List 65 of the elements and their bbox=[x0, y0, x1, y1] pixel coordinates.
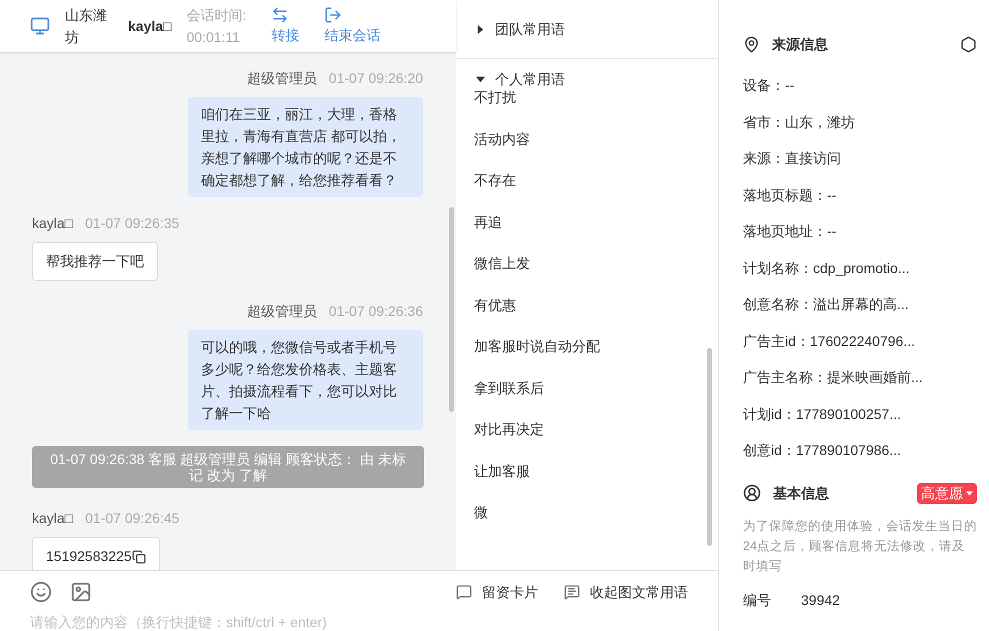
message-input[interactable]: 请输入您的内容（换行快捷键：shift/ctrl + enter) bbox=[30, 613, 688, 631]
message-time: 01-07 09:26:45 bbox=[85, 509, 180, 528]
sender-name: kayla□ bbox=[32, 509, 74, 528]
duration-label: 会话时间: bbox=[186, 6, 246, 25]
phrase-item[interactable]: 活动内容 bbox=[474, 128, 718, 170]
copy-icon[interactable] bbox=[132, 550, 146, 564]
duration-value: 00:01:11 bbox=[186, 28, 241, 47]
monitor-icon bbox=[30, 16, 50, 36]
info-field: 创意名称：溢出屏幕的高... bbox=[743, 294, 977, 330]
swap-icon bbox=[271, 6, 290, 24]
intent-tag[interactable]: 高意愿 bbox=[917, 482, 977, 504]
phrase-item[interactable]: 不存在 bbox=[474, 170, 718, 212]
phrase-item[interactable]: 对比再决定 bbox=[474, 419, 718, 460]
scrollbar[interactable] bbox=[449, 207, 454, 412]
caret-icon bbox=[476, 24, 485, 34]
field-value: 39942 bbox=[801, 590, 840, 610]
composer-tool-button[interactable]: 收起图文常用语 bbox=[564, 582, 688, 602]
phrase-item[interactable]: 再追 bbox=[474, 212, 718, 253]
caret-icon bbox=[476, 74, 485, 84]
message-bubble: 帮我推荐一下吧 bbox=[32, 242, 158, 281]
notice-text: 为了保障您的使用体验，会话发生当日的24点之后，顾客信息将无法修改，请及时填写 bbox=[743, 518, 977, 574]
phrase-group-toggle[interactable]: 个人常用语 bbox=[456, 59, 565, 85]
info-field: 省市：山东，潍坊 bbox=[743, 112, 977, 148]
phrase-item[interactable]: 拿到联系后 bbox=[474, 378, 718, 419]
info-field: 落地页标题：-- bbox=[743, 184, 977, 221]
message-bubble: 可以的哦，您微信号或者手机号多少呢？给您发价格表、主题客片、拍摄流程看下，您可以对比了解一下哈 bbox=[188, 330, 423, 430]
customer-location: 山东潍坊 bbox=[65, 6, 108, 47]
emoji-icon[interactable] bbox=[30, 581, 52, 603]
phrase-item[interactable]: 不打扰 bbox=[474, 87, 718, 128]
composer-tool-button[interactable]: 留资卡片 bbox=[456, 582, 538, 602]
info-field: 广告主名称：提米映画婚前... bbox=[743, 367, 977, 404]
info-field: 计划名称：cdp_promotio... bbox=[743, 258, 977, 294]
phrase-item[interactable]: 加客服时说自动分配 bbox=[474, 336, 718, 378]
phrase-item[interactable]: 微 bbox=[474, 502, 718, 544]
image-icon[interactable] bbox=[70, 581, 92, 603]
comment-icon bbox=[456, 584, 472, 600]
message-time: 01-07 09:26:36 bbox=[328, 302, 423, 321]
location-pin-icon bbox=[743, 36, 760, 53]
phrase-group-toggle[interactable]: 团队常用语 bbox=[456, 0, 565, 48]
caret-icon bbox=[966, 490, 973, 496]
sender-name: 超级管理员 bbox=[246, 69, 317, 88]
info-field: 来源：直接访问 bbox=[743, 148, 977, 184]
message-time: 01-07 09:26:20 bbox=[328, 69, 423, 88]
section-title: 基本信息 bbox=[773, 484, 829, 502]
sender-name: 超级管理员 bbox=[246, 302, 317, 321]
message-bubble: 咱们在三亚，丽江，大理，香格里拉，青海有直营店 都可以拍，亲想了解哪个城市的呢？还是不确定都想了解，给您推荐看看？ bbox=[188, 97, 423, 197]
info-field: 创意id：177890107986... bbox=[743, 440, 977, 476]
phrase-item[interactable]: 有优惠 bbox=[474, 294, 718, 336]
message-time: 01-07 09:26:35 bbox=[85, 214, 180, 233]
phrase-item[interactable]: 让加客服 bbox=[474, 460, 718, 502]
info-field: 广告主id：176022240796... bbox=[743, 330, 977, 367]
phrase-item[interactable]: 微信上发 bbox=[474, 253, 718, 294]
info-field: 落地页地址：-- bbox=[743, 221, 977, 258]
info-field: 设备：-- bbox=[743, 75, 977, 112]
section-title: 来源信息 bbox=[772, 35, 828, 54]
info-field: 计划id：177890100257... bbox=[743, 404, 977, 440]
customer-name: kayla□ bbox=[128, 16, 172, 36]
scrollbar[interactable] bbox=[707, 348, 712, 546]
exit-icon bbox=[324, 6, 342, 24]
comment-lines-icon bbox=[564, 584, 580, 600]
field-label: 编号 bbox=[743, 590, 771, 610]
sender-name: kayla□ bbox=[32, 214, 74, 233]
user-icon bbox=[743, 484, 761, 502]
message-bubble: 15192583225 bbox=[32, 537, 160, 570]
system-notice: 01-07 09:26:38 客服 超级管理员 编辑 顾客状态： 由 未标记 改为 了解 bbox=[32, 446, 424, 488]
